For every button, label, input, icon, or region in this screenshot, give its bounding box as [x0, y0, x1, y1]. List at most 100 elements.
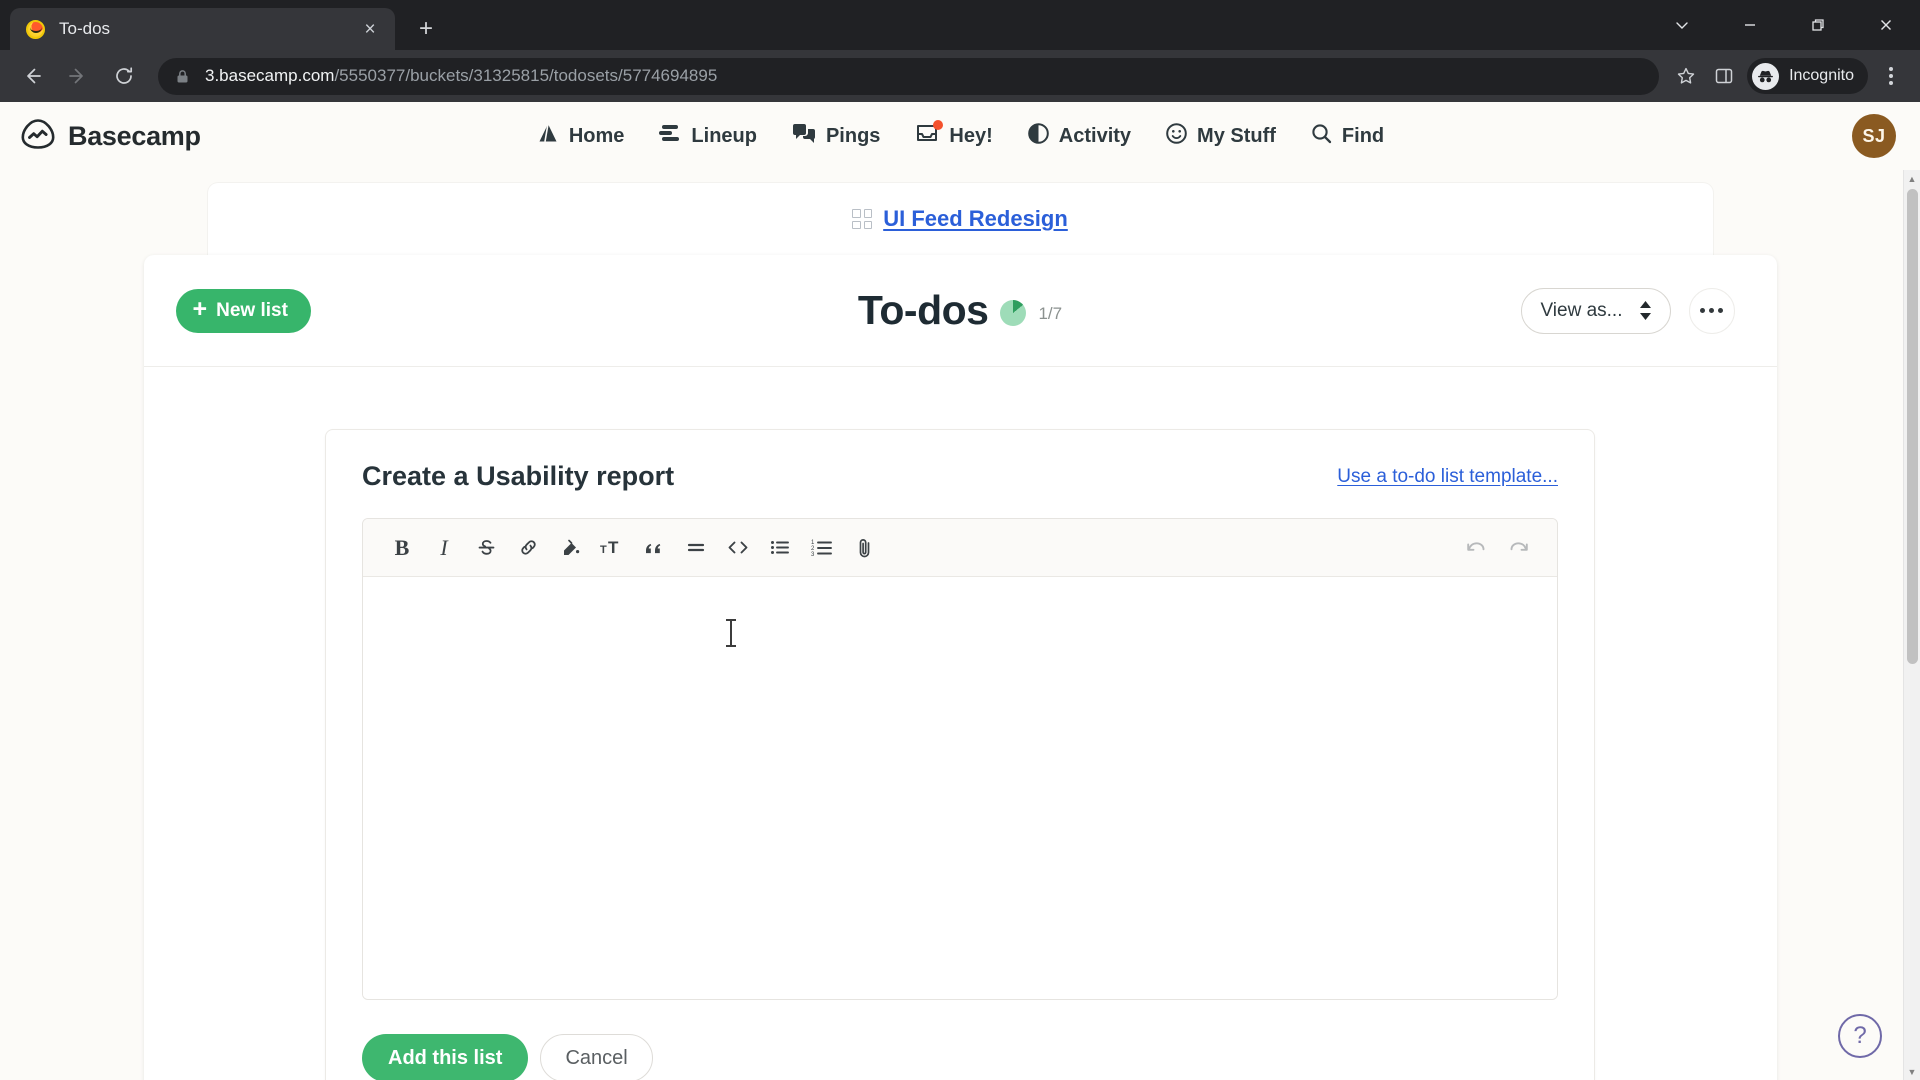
svg-text:3: 3	[811, 552, 815, 558]
page-title: To-dos	[857, 287, 989, 333]
bullet-list-icon[interactable]	[759, 527, 801, 569]
basecamp-brand-label: Basecamp	[68, 120, 201, 151]
basecamp-favicon-icon	[26, 19, 45, 39]
scroll-down-arrow-icon[interactable]: ▼	[1904, 1063, 1920, 1080]
page-content: UI Feed Redesign + New list To-dos 1/7 V…	[0, 170, 1920, 1080]
window-controls	[1648, 0, 1920, 50]
view-as-button[interactable]: View as...	[1521, 287, 1671, 334]
browser-tab[interactable]: To-dos ×	[10, 8, 395, 50]
nav-item-activity[interactable]: Activity	[1027, 122, 1131, 151]
grid-icon	[852, 209, 873, 229]
incognito-label: Incognito	[1789, 67, 1854, 84]
nav-item-my-stuff[interactable]: My Stuff	[1165, 122, 1276, 151]
progress-count-label: 1/7	[1038, 303, 1063, 323]
smiley-icon	[1165, 122, 1188, 151]
plus-icon: +	[192, 295, 208, 323]
scroll-up-arrow-icon[interactable]: ▲	[1904, 170, 1920, 187]
highlight-icon[interactable]	[549, 527, 591, 569]
new-tab-button[interactable]: +	[409, 12, 443, 46]
address-path: /5550377/buckets/31325815/todosets/57746…	[334, 66, 718, 85]
bold-icon[interactable]: B	[381, 527, 423, 569]
progress-pie-icon	[1000, 299, 1027, 326]
close-window-icon[interactable]	[1852, 0, 1920, 50]
use-template-link[interactable]: Use a to-do list template...	[1337, 466, 1558, 488]
new-list-form-actions: Add this list Cancel	[326, 1000, 1594, 1080]
nav-label-pings: Pings	[825, 124, 881, 147]
reload-button[interactable]	[104, 56, 144, 96]
numbered-list-icon[interactable]: 123	[801, 527, 843, 569]
link-icon[interactable]	[507, 527, 549, 569]
scrollbar-thumb[interactable]	[1906, 189, 1918, 664]
back-button[interactable]	[12, 56, 52, 96]
nav-label-find: Find	[1341, 124, 1385, 147]
italic-icon[interactable]: I	[423, 527, 465, 569]
close-tab-icon[interactable]: ×	[357, 16, 383, 42]
basecamp-logo-icon	[20, 118, 56, 155]
maximize-window-icon[interactable]	[1784, 0, 1852, 50]
new-list-button[interactable]: + New list	[175, 288, 311, 333]
text-cursor	[726, 619, 736, 647]
strikethrough-icon[interactable]	[465, 527, 507, 569]
basecamp-menu: Home Lineup Pings Hey! Activity My Stuff…	[0, 120, 1920, 151]
breadcrumb-bar: UI Feed Redesign	[207, 183, 1713, 255]
tab-strip: To-dos × +	[0, 0, 1920, 50]
new-list-form-header: Create a Usability report Use a to-do li…	[326, 430, 1594, 518]
address-text: 3.basecamp.com/5550377/buckets/31325815/…	[205, 66, 717, 86]
nav-label-activity: Activity	[1058, 124, 1132, 147]
page-scrollbar[interactable]: ▲ ▼	[1903, 170, 1920, 1080]
divider-icon[interactable]	[675, 527, 717, 569]
search-icon	[1310, 122, 1333, 151]
lock-icon	[174, 68, 191, 85]
address-bar[interactable]: 3.basecamp.com/5550377/buckets/31325815/…	[158, 57, 1660, 95]
add-this-list-button[interactable]: Add this list	[362, 1034, 529, 1080]
bookmark-star-icon[interactable]	[1669, 59, 1703, 93]
nav-item-lineup[interactable]: Lineup	[658, 123, 757, 149]
breadcrumb-project-label: UI Feed Redesign	[883, 206, 1068, 231]
attachment-icon[interactable]	[843, 527, 885, 569]
user-avatar[interactable]: SJ	[1852, 114, 1896, 158]
incognito-icon	[1752, 62, 1780, 90]
incognito-profile-button[interactable]: Incognito	[1747, 58, 1868, 94]
nav-item-home[interactable]: Home	[536, 121, 625, 151]
help-button[interactable]: ?	[1838, 1014, 1882, 1058]
todos-card: + New list To-dos 1/7 View as... Create …	[143, 255, 1777, 1080]
basecamp-navbar: Basecamp Home Lineup Pings Hey! Activity…	[0, 102, 1920, 170]
redo-icon[interactable]	[1497, 527, 1539, 569]
breadcrumb-project-link[interactable]: UI Feed Redesign	[852, 206, 1068, 232]
todos-header: + New list To-dos 1/7 View as...	[143, 255, 1777, 367]
heading-icon[interactable]: TT	[591, 527, 633, 569]
nav-label-home: Home	[568, 124, 625, 147]
minimize-window-icon[interactable]	[1716, 0, 1784, 50]
browser-menu-icon[interactable]	[1874, 56, 1908, 96]
hey-inbox-icon	[914, 120, 944, 150]
cancel-button[interactable]: Cancel	[540, 1034, 653, 1080]
new-list-label: New list	[216, 299, 288, 321]
basecamp-logo[interactable]: Basecamp	[20, 118, 201, 155]
svg-text:T: T	[608, 538, 619, 557]
nav-label-my-stuff: My Stuff	[1197, 124, 1276, 147]
quote-icon[interactable]	[633, 527, 675, 569]
list-name-value[interactable]: Create a Usability report	[362, 461, 674, 492]
hey-notification-badge	[933, 120, 944, 130]
svg-text:T: T	[600, 544, 607, 556]
side-panel-icon[interactable]	[1707, 59, 1741, 93]
collapse-window-icon[interactable]	[1648, 0, 1716, 50]
undo-icon[interactable]	[1455, 527, 1497, 569]
new-list-form: Create a Usability report Use a to-do li…	[325, 429, 1595, 1080]
browser-toolbar: 3.basecamp.com/5550377/buckets/31325815/…	[0, 50, 1920, 102]
nav-item-pings[interactable]: Pings	[791, 122, 880, 150]
home-icon	[536, 121, 560, 151]
more-options-button[interactable]	[1688, 287, 1735, 334]
address-host: 3.basecamp.com	[205, 66, 335, 85]
nav-item-hey[interactable]: Hey!	[914, 120, 993, 150]
browser-window: To-dos × + 3.basecamp.com/5550377/bucket…	[0, 0, 1920, 1080]
page-viewport: Basecamp Home Lineup Pings Hey! Activity…	[0, 102, 1920, 1080]
editor-text-area[interactable]	[363, 577, 1557, 999]
rich-text-editor: B I TT 1 2 3	[362, 518, 1558, 1000]
activity-pie-icon	[1027, 122, 1050, 151]
nav-label-lineup: Lineup	[691, 124, 757, 147]
tab-title: To-dos	[59, 19, 111, 38]
nav-item-find[interactable]: Find	[1310, 122, 1384, 151]
code-icon[interactable]	[717, 527, 759, 569]
editor-toolbar: B I TT 1 2 3	[363, 519, 1557, 577]
